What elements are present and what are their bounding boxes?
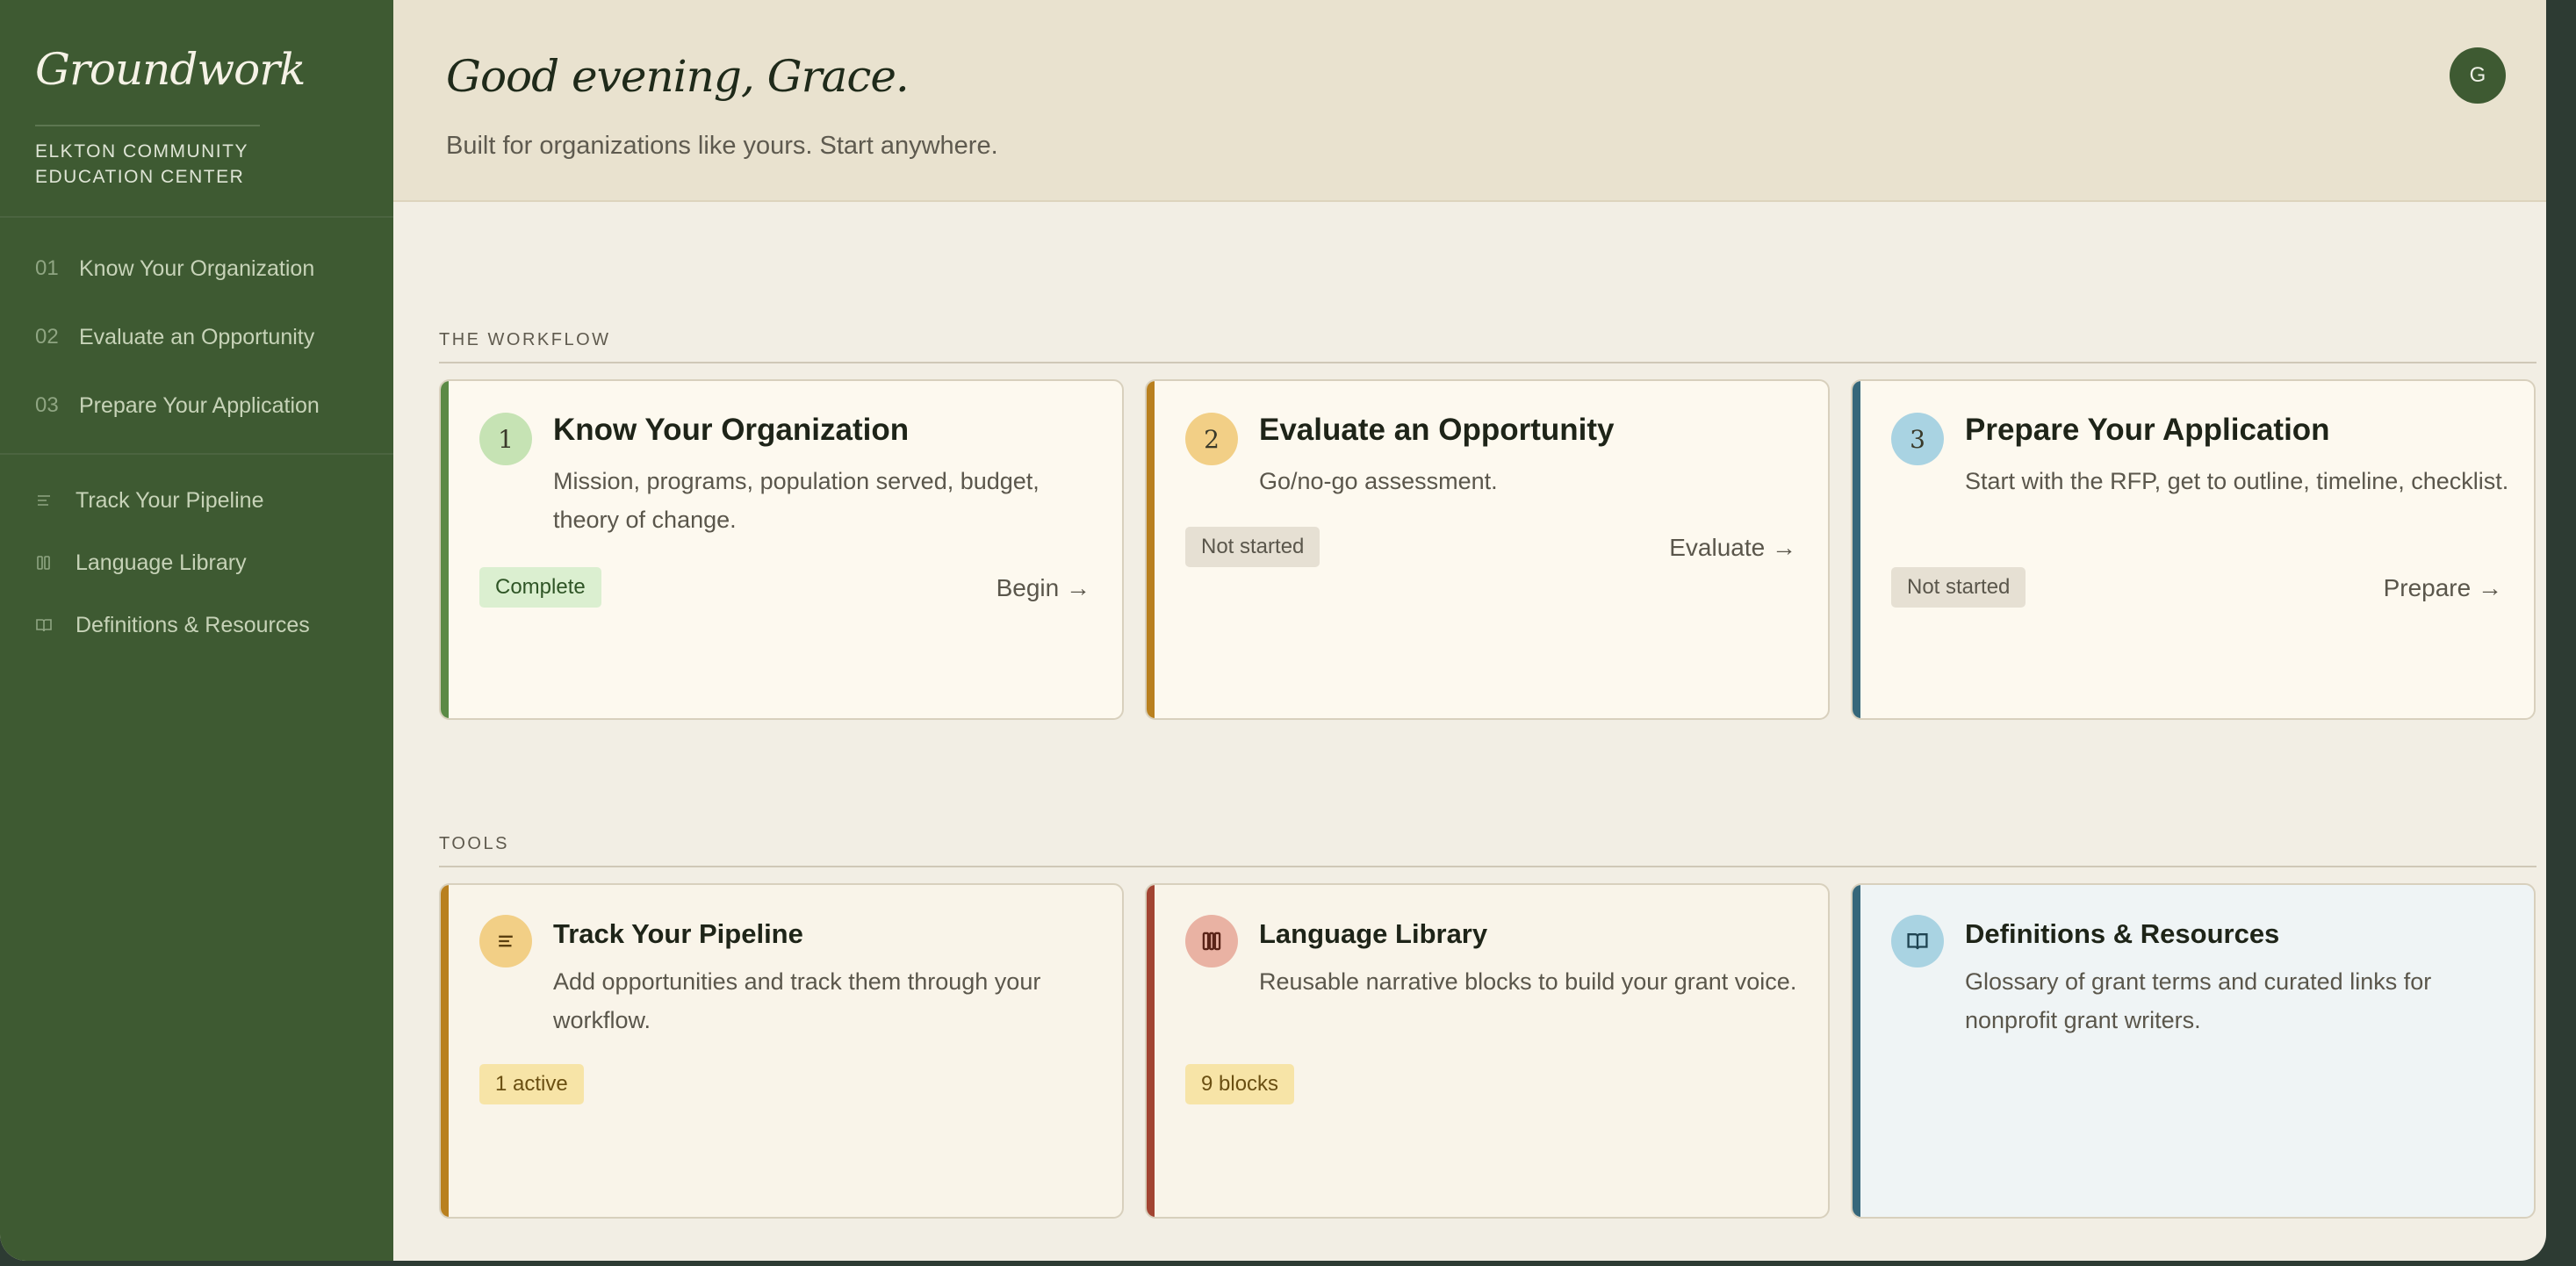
- nav-label: Prepare Your Application: [79, 392, 320, 418]
- organization-name: Elkton Community Education Center: [35, 139, 299, 190]
- card-description: Add opportunities and track them through…: [553, 968, 1041, 1033]
- card-title: Definitions & Resources: [1965, 918, 2280, 949]
- workflow-card-prepare-application[interactable]: 3 Prepare Your Application Start with th…: [1851, 379, 2536, 720]
- org-name-line2: Education Center: [35, 167, 245, 187]
- nav-label: Know Your Organization: [79, 255, 315, 281]
- columns-icon: [35, 554, 76, 572]
- book-icon: [1891, 915, 1944, 967]
- sidebar-divider: [0, 453, 393, 455]
- nav-label: Definitions & Resources: [76, 612, 310, 637]
- list-icon: [479, 915, 532, 967]
- greeting-title: Good evening, Grace.: [446, 51, 910, 102]
- card-accent: [1853, 885, 1860, 1217]
- prepare-link[interactable]: Prepare →: [2384, 574, 2502, 602]
- begin-link[interactable]: Begin →: [997, 574, 1090, 602]
- nav-label: Track Your Pipeline: [76, 487, 264, 513]
- card-description: Start with the RFP, get to outline, time…: [1965, 468, 2509, 494]
- step-number-badge: 1: [479, 413, 532, 465]
- nav-label: Language Library: [76, 550, 247, 575]
- list-icon: [35, 492, 76, 509]
- card-title: Language Library: [1259, 918, 1488, 949]
- sidebar-item-definitions-resources[interactable]: Definitions & Resources: [35, 608, 310, 643]
- count-badge: 1 active: [479, 1064, 584, 1104]
- nav-step-number: 01: [35, 256, 59, 280]
- tool-card-track-pipeline[interactable]: Track Your Pipeline Add opportunities an…: [439, 883, 1124, 1219]
- step-number-badge: 3: [1891, 413, 1944, 465]
- book-icon: [35, 616, 76, 634]
- nav-step-number: 03: [35, 393, 59, 417]
- org-name-line1: Elkton Community: [35, 141, 248, 162]
- section-label-workflow: The Workflow: [439, 330, 611, 349]
- card-title: Prepare Your Application: [1965, 413, 2330, 447]
- card-title: Track Your Pipeline: [553, 918, 803, 949]
- section-divider: [439, 866, 2536, 867]
- brand-logo[interactable]: Groundwork: [35, 44, 306, 95]
- status-badge: Not started: [1891, 567, 2026, 608]
- tool-card-definitions-resources[interactable]: Definitions & Resources Glossary of gran…: [1851, 883, 2536, 1219]
- sidebar-item-language-library[interactable]: Language Library: [35, 545, 247, 580]
- section-divider: [439, 362, 2536, 363]
- greeting-subtitle: Built for organizations like yours. Star…: [446, 132, 998, 160]
- card-description: Glossary of grant terms and curated link…: [1965, 968, 2432, 1033]
- card-accent: [1147, 381, 1155, 718]
- card-title: Know Your Organization: [553, 413, 910, 447]
- card-description: Mission, programs, population served, bu…: [553, 468, 1040, 533]
- sidebar: Groundwork Elkton Community Education Ce…: [0, 0, 393, 1261]
- workflow-card-evaluate-opportunity[interactable]: 2 Evaluate an Opportunity Go/no-go asses…: [1145, 379, 1830, 720]
- card-accent: [1853, 381, 1860, 718]
- columns-icon: [1185, 915, 1238, 967]
- card-description: Reusable narrative blocks to build your …: [1259, 968, 1797, 995]
- step-number-badge: 2: [1185, 413, 1238, 465]
- brand-divider: [35, 125, 260, 126]
- status-badge: Complete: [479, 567, 601, 608]
- nav-label: Evaluate an Opportunity: [79, 324, 315, 349]
- sidebar-item-evaluate-opportunity[interactable]: 02 Evaluate an Opportunity: [35, 320, 314, 355]
- card-accent: [441, 381, 449, 718]
- card-accent: [1147, 885, 1155, 1217]
- sidebar-divider: [0, 216, 393, 218]
- evaluate-link[interactable]: Evaluate →: [1669, 534, 1796, 562]
- sidebar-item-track-pipeline[interactable]: Track Your Pipeline: [35, 483, 263, 518]
- app-window: Groundwork Elkton Community Education Ce…: [0, 0, 2546, 1261]
- section-label-tools: Tools: [439, 834, 509, 853]
- count-badge: 9 blocks: [1185, 1064, 1295, 1104]
- page-header: Good evening, Grace. Built for organizat…: [393, 0, 2546, 202]
- card-title: Evaluate an Opportunity: [1259, 413, 1615, 447]
- tool-card-language-library[interactable]: Language Library Reusable narrative bloc…: [1145, 883, 1830, 1219]
- status-badge: Not started: [1185, 527, 1320, 567]
- sidebar-item-know-your-organization[interactable]: 01 Know Your Organization: [35, 251, 314, 286]
- sidebar-item-prepare-application[interactable]: 03 Prepare Your Application: [35, 388, 320, 423]
- card-description: Go/no-go assessment.: [1259, 468, 1498, 494]
- nav-step-number: 02: [35, 325, 59, 349]
- workflow-card-know-organization[interactable]: 1 Know Your Organization Mission, progra…: [439, 379, 1124, 720]
- user-avatar[interactable]: G: [2450, 47, 2506, 104]
- card-accent: [441, 885, 449, 1217]
